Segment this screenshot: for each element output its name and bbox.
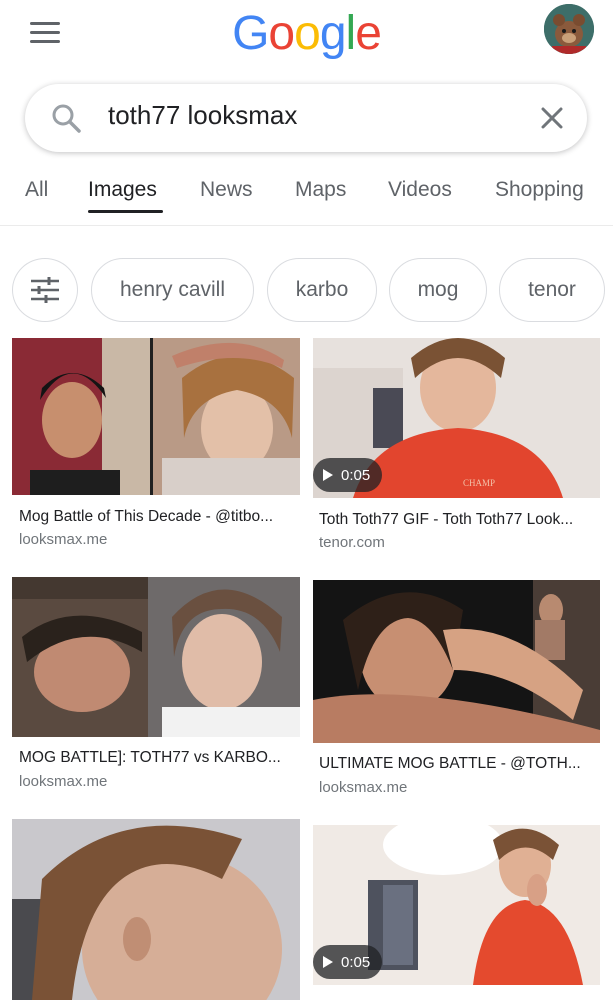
result-title[interactable]: MOG BATTLE]: TOTH77 vs KARBO... bbox=[19, 749, 297, 767]
result-image[interactable] bbox=[12, 338, 300, 495]
search-icon[interactable] bbox=[50, 102, 82, 134]
search-tabs: All Images News Maps Videos Shopping bbox=[0, 160, 613, 226]
google-logo[interactable]: Google bbox=[0, 6, 613, 61]
logo-letter: g bbox=[319, 7, 347, 60]
svg-text:CHAMP: CHAMP bbox=[463, 478, 495, 488]
result-image[interactable] bbox=[12, 819, 300, 1000]
logo-letter: e bbox=[355, 7, 382, 60]
result-source[interactable]: looksmax.me bbox=[19, 531, 107, 548]
tab-maps[interactable]: Maps bbox=[295, 178, 346, 202]
logo-letter: G bbox=[232, 7, 269, 60]
result-title[interactable]: Mog Battle of This Decade - @titbo... bbox=[19, 508, 297, 526]
tab-images[interactable]: Images bbox=[88, 178, 157, 202]
chip-karbo[interactable]: karbo bbox=[267, 258, 377, 322]
result-title[interactable]: ULTIMATE MOG BATTLE - @TOTH... bbox=[319, 755, 599, 773]
video-duration: 0:05 bbox=[341, 466, 371, 484]
search-input[interactable]: toth77 looksmax bbox=[108, 100, 297, 131]
result-image[interactable] bbox=[313, 580, 600, 743]
result-image[interactable] bbox=[12, 577, 300, 737]
filter-button[interactable] bbox=[12, 258, 78, 322]
header: Google bbox=[0, 0, 613, 70]
close-icon[interactable] bbox=[538, 104, 566, 132]
video-duration-badge: 0:05 bbox=[313, 945, 383, 979]
tab-shopping[interactable]: Shopping bbox=[495, 178, 584, 202]
logo-letter: l bbox=[345, 7, 357, 60]
video-duration-badge: 0:05 bbox=[313, 458, 383, 492]
chip-henry-cavill[interactable]: henry cavill bbox=[91, 258, 254, 322]
result-source[interactable]: tenor.com bbox=[319, 534, 385, 551]
tab-all[interactable]: All bbox=[25, 178, 48, 202]
result-title[interactable]: Toth Toth77 GIF - Toth Toth77 Look... bbox=[319, 511, 599, 529]
logo-letter: o bbox=[294, 7, 321, 60]
tab-news[interactable]: News bbox=[200, 178, 253, 202]
chip-mog[interactable]: mog bbox=[389, 258, 487, 322]
active-tab-indicator bbox=[88, 210, 163, 213]
chip-tenor[interactable]: tenor bbox=[499, 258, 605, 322]
video-duration: 0:05 bbox=[341, 953, 371, 971]
sliders-icon bbox=[31, 277, 59, 303]
result-source[interactable]: looksmax.me bbox=[19, 773, 107, 790]
play-icon bbox=[323, 469, 333, 481]
avatar[interactable] bbox=[544, 4, 594, 54]
play-icon bbox=[323, 956, 333, 968]
result-source[interactable]: looksmax.me bbox=[319, 779, 407, 796]
logo-letter: o bbox=[268, 7, 295, 60]
tab-videos[interactable]: Videos bbox=[388, 178, 452, 202]
